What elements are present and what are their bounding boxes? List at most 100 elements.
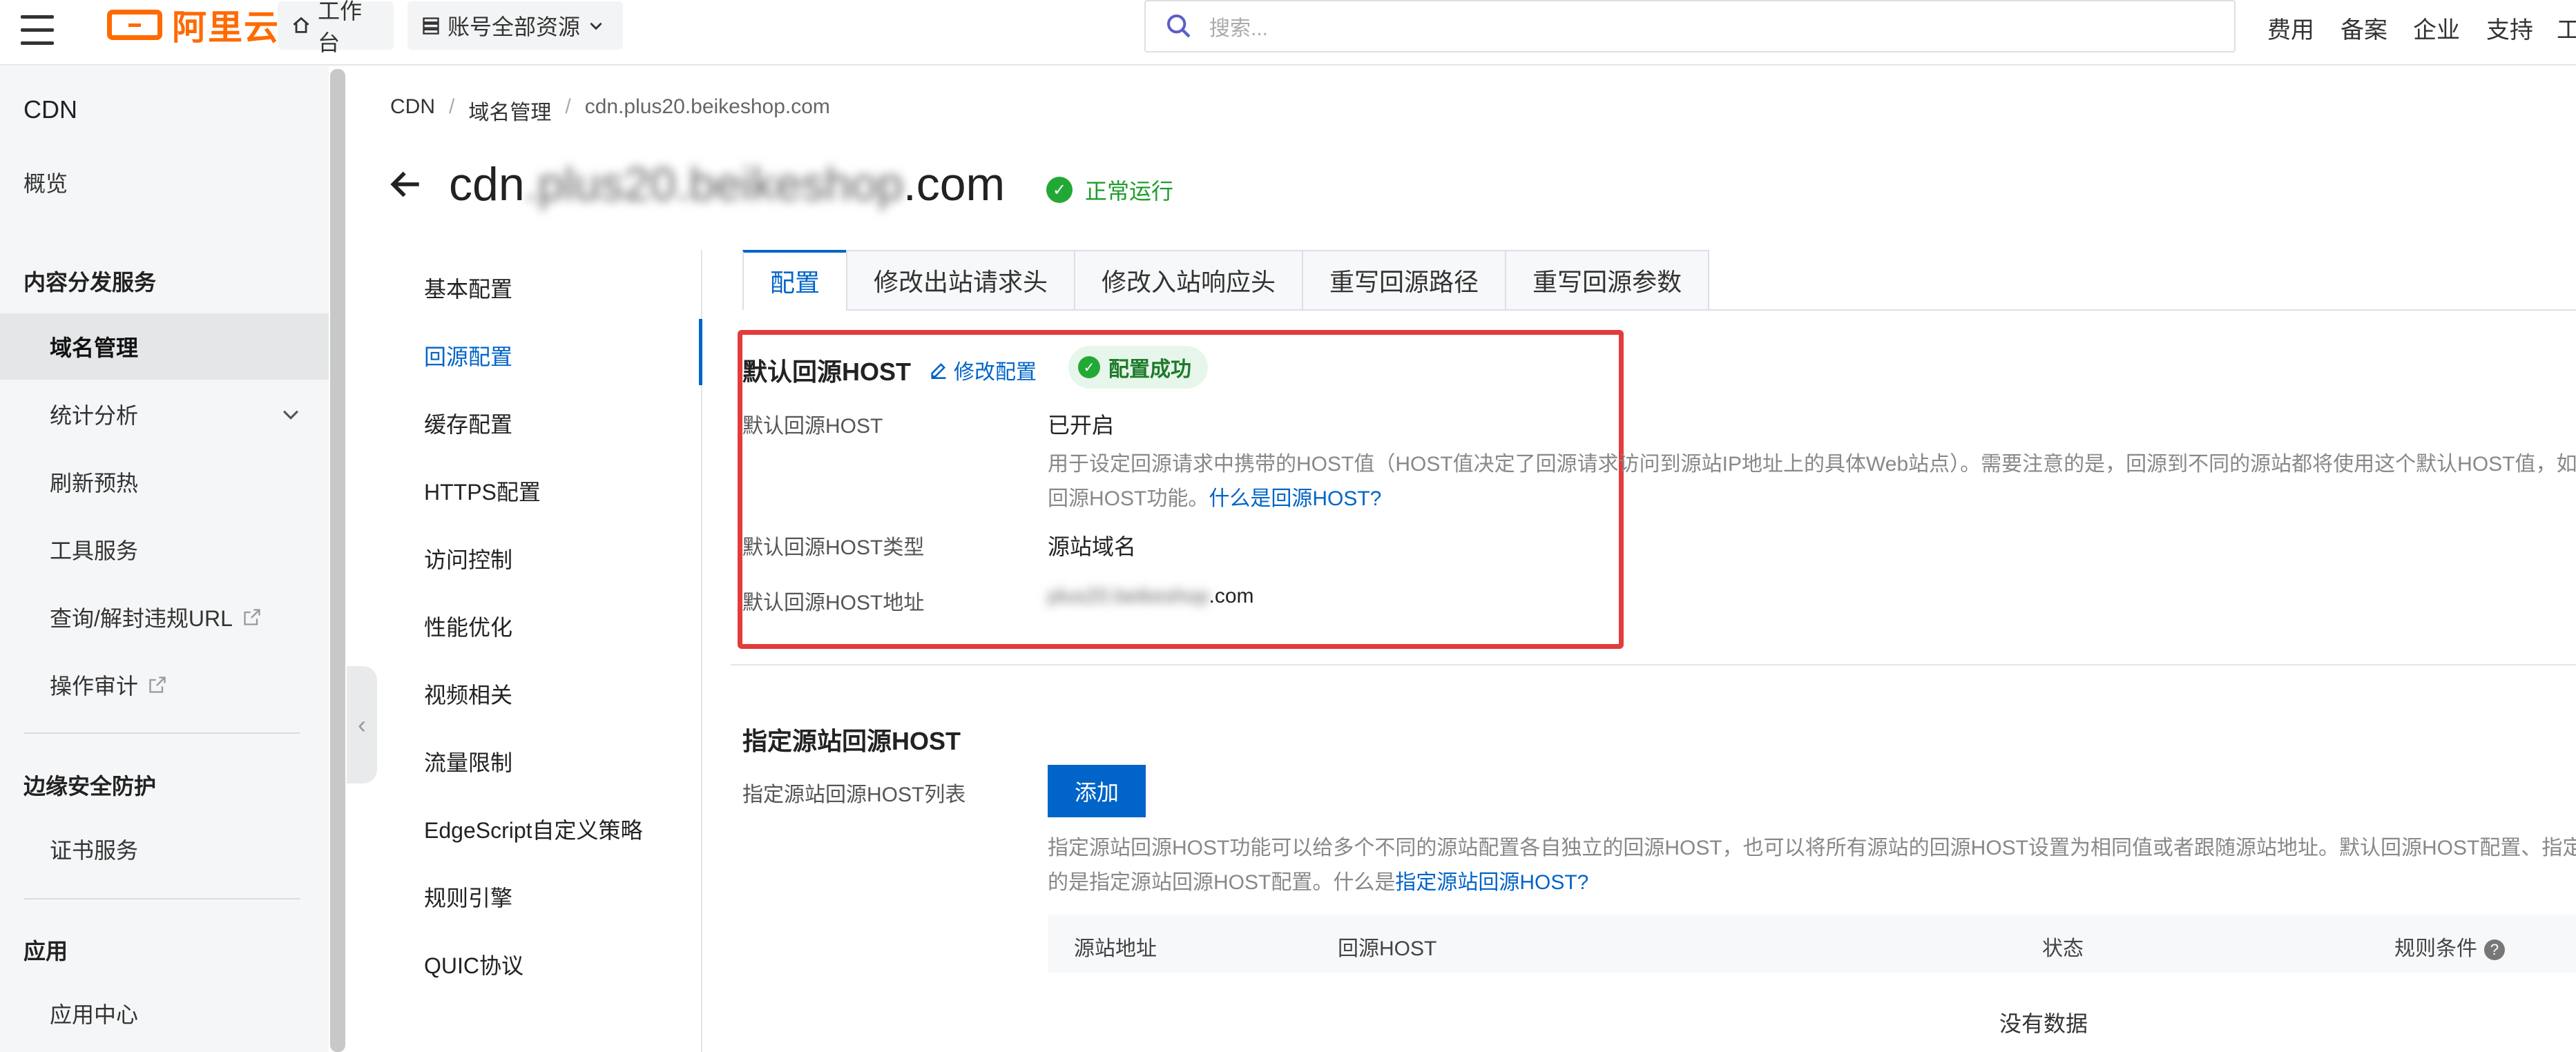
subnav-video[interactable]: 视频相关 bbox=[424, 678, 512, 710]
help-icon[interactable]: ? bbox=[2484, 939, 2505, 961]
default-host-address-value: plus20.beikeshop.com bbox=[1048, 585, 1254, 608]
sidebar-scrollbar[interactable] bbox=[330, 69, 345, 1052]
check-circle-icon: ✓ bbox=[1078, 356, 1100, 378]
tab-outbound-headers[interactable]: 修改出站请求头 bbox=[846, 250, 1075, 311]
sidebar-item-domain-management[interactable]: 域名管理 bbox=[0, 313, 329, 380]
nav-tools[interactable]: 工 bbox=[2557, 11, 2576, 45]
chevron-left-icon: ‹ bbox=[358, 710, 366, 739]
aliyun-logo[interactable]: 阿里云 bbox=[107, 4, 280, 47]
sidebar-item-app-center[interactable]: 应用中心 bbox=[0, 980, 329, 1046]
nav-enterprise[interactable]: 企业 bbox=[2413, 11, 2460, 45]
breadcrumb-separator: / bbox=[449, 95, 455, 118]
subnav-traffic-limit[interactable]: 流量限制 bbox=[424, 746, 512, 777]
default-host-type-label: 默认回源HOST类型 bbox=[742, 536, 925, 559]
subnav-quic[interactable]: QUIC协议 bbox=[424, 948, 523, 980]
specified-host-list-label: 指定源站回源HOST列表 bbox=[742, 783, 966, 806]
sidebar-item-audit[interactable]: 操作审计 bbox=[0, 652, 329, 718]
sidebar-item-tools[interactable]: 工具服务 bbox=[0, 516, 329, 583]
sidebar-divider bbox=[23, 732, 300, 734]
home-icon bbox=[293, 17, 309, 33]
edit-config-link[interactable]: 修改配置 bbox=[929, 355, 1037, 385]
sidebar-item-statistics[interactable]: 统计分析 bbox=[0, 381, 329, 447]
address-suffix: .com bbox=[1209, 585, 1254, 607]
page-title-blurred: .plus20.beikeshop bbox=[524, 158, 903, 211]
add-button[interactable]: 添加 bbox=[1048, 765, 1146, 817]
specified-host-title: 指定源站回源HOST bbox=[742, 727, 961, 755]
default-host-address-label: 默认回源HOST地址 bbox=[742, 592, 925, 614]
page-title-suffix: .com bbox=[903, 158, 1006, 211]
config-success-text: 配置成功 bbox=[1108, 358, 1191, 381]
nav-fees[interactable]: 费用 bbox=[2267, 11, 2314, 45]
tab-rewrite-params[interactable]: 重写回源参数 bbox=[1505, 250, 1710, 311]
section-divider bbox=[731, 664, 2576, 665]
resources-dropdown[interactable]: 账号全部资源 bbox=[407, 1, 623, 50]
subnav-rule-engine[interactable]: 规则引擎 bbox=[424, 881, 512, 913]
page-header: cdn.plus20.beikeshop.com bbox=[387, 157, 1005, 211]
workbench-button[interactable]: 工作台 bbox=[278, 0, 394, 55]
sidebar-item-certificates[interactable]: 证书服务 bbox=[0, 816, 329, 882]
sidebar-group-security: 边缘安全防护 bbox=[23, 774, 157, 799]
column-origin-host: 回源HOST bbox=[1338, 937, 1437, 960]
help-text: 回源HOST功能。 bbox=[1048, 487, 1209, 510]
check-circle-icon: ✓ bbox=[1046, 177, 1073, 203]
help-line: 回源HOST功能。什么是回源HOST? bbox=[1048, 482, 2576, 516]
tab-config[interactable]: 配置 bbox=[742, 250, 847, 311]
status-badge: ✓ 正常运行 bbox=[1046, 174, 1173, 206]
search-input[interactable]: 搜索... bbox=[1144, 0, 2236, 52]
chevron-down-icon bbox=[590, 22, 602, 30]
nav-icp[interactable]: 备案 bbox=[2340, 11, 2387, 45]
subnav-cache[interactable]: 缓存配置 bbox=[424, 407, 512, 439]
page-title-prefix: cdn bbox=[449, 158, 525, 211]
specified-host-help: 指定源站回源HOST功能可以给多个不同的源站配置各自独立的回源HOST，也可以将… bbox=[1048, 831, 2576, 900]
default-host-help: 用于设定回源请求中携带的HOST值（HOST值决定了回源请求访问到源站IP地址上… bbox=[1048, 447, 2576, 516]
sidebar-product-title: CDN bbox=[23, 95, 77, 124]
breadcrumb-domain-management[interactable]: 域名管理 bbox=[468, 95, 551, 126]
sidebar-item-label: 域名管理 bbox=[50, 335, 139, 360]
help-line: 用于设定回源请求中携带的HOST值（HOST值决定了回源请求访问到源站IP地址上… bbox=[1048, 453, 2576, 476]
tab-rewrite-path[interactable]: 重写回源路径 bbox=[1302, 250, 1506, 311]
resources-label: 账号全部资源 bbox=[448, 14, 581, 39]
menu-icon[interactable] bbox=[17, 10, 58, 51]
edit-icon bbox=[931, 363, 946, 379]
search-icon bbox=[1167, 14, 1191, 38]
what-is-specified-host-link[interactable]: 指定源站回源HOST? bbox=[1395, 871, 1588, 894]
back-arrow-icon[interactable] bbox=[387, 165, 425, 204]
subnav-origin[interactable]: 回源配置 bbox=[424, 340, 512, 371]
tab-bar: 配置 修改出站请求头 修改入站响应头 重写回源路径 重写回源参数 bbox=[742, 250, 1710, 311]
subnav-access-control[interactable]: 访问控制 bbox=[424, 543, 512, 574]
subnav-basic[interactable]: 基本配置 bbox=[424, 272, 512, 304]
sidebar-item-label: 应用中心 bbox=[50, 1002, 139, 1027]
sidebar-item-violation-url[interactable]: 查询/解封违规URL bbox=[0, 584, 329, 650]
breadcrumb-separator: / bbox=[565, 95, 571, 118]
subnav-performance[interactable]: 性能优化 bbox=[424, 610, 512, 642]
help-text: 的是指定源站回源HOST配置。什么是 bbox=[1048, 871, 1396, 894]
sidebar-item-label: 证书服务 bbox=[50, 838, 139, 863]
config-success-badge: ✓ 配置成功 bbox=[1068, 346, 1208, 389]
breadcrumb-current: cdn.plus20.beikeshop.com bbox=[584, 95, 830, 118]
sidebar-item-overview[interactable]: 概览 bbox=[0, 149, 329, 215]
column-origin-address: 源站地址 bbox=[1074, 937, 1157, 960]
column-rule-condition: 规则条件? bbox=[2394, 931, 2505, 962]
collapse-sidebar-button[interactable]: ‹ bbox=[347, 666, 377, 783]
nav-support[interactable]: 支持 bbox=[2486, 11, 2533, 45]
sidebar-divider bbox=[23, 898, 300, 899]
sidebar-item-refresh[interactable]: 刷新预热 bbox=[0, 449, 329, 515]
logo-text: 阿里云 bbox=[172, 8, 280, 47]
sidebar-item-label: 查询/解封违规URL bbox=[50, 606, 233, 631]
column-rule-condition-label: 规则条件 bbox=[2394, 937, 2477, 960]
sidebar-item-label: 概览 bbox=[23, 171, 68, 196]
default-host-title: 默认回源HOST bbox=[742, 358, 912, 386]
sidebar: CDN 概览 内容分发服务 域名管理 统计分析 刷新预热 工具服务 查询/解封违… bbox=[0, 66, 329, 1052]
sidebar-item-label: 统计分析 bbox=[50, 403, 139, 428]
column-status: 状态 bbox=[2042, 937, 2084, 960]
what-is-origin-host-link[interactable]: 什么是回源HOST? bbox=[1209, 487, 1381, 510]
help-line: 的是指定源站回源HOST配置。什么是指定源站回源HOST? bbox=[1048, 866, 2576, 900]
subnav-https[interactable]: HTTPS配置 bbox=[424, 475, 541, 507]
breadcrumb: CDN / 域名管理 / cdn.plus20.beikeshop.com bbox=[390, 95, 830, 126]
tab-inbound-headers[interactable]: 修改入站响应头 bbox=[1074, 250, 1303, 311]
subnav-edgescript[interactable]: EdgeScript自定义策略 bbox=[424, 813, 643, 845]
external-link-icon bbox=[149, 676, 166, 693]
page-title: cdn.plus20.beikeshop.com bbox=[449, 157, 1005, 211]
breadcrumb-cdn[interactable]: CDN bbox=[390, 95, 435, 126]
default-host-type-value: 源站域名 bbox=[1048, 534, 1137, 559]
